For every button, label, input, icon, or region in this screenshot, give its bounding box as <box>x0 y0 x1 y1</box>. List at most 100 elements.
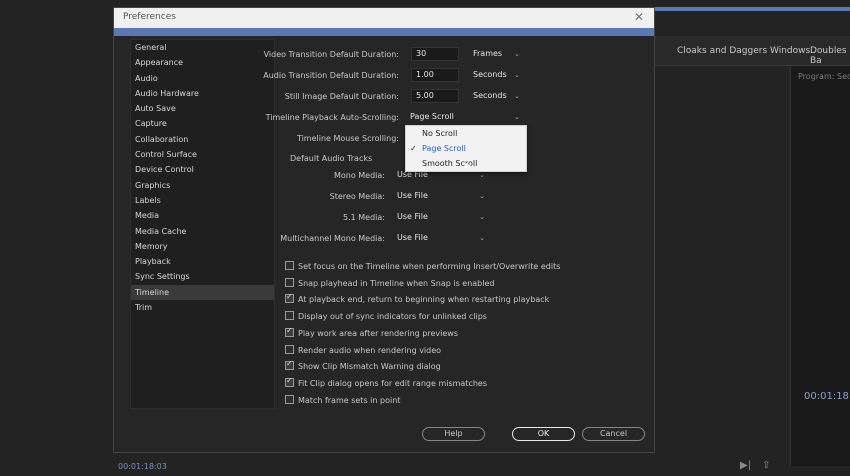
mouse-scroll-label: Timeline Mouse Scrolling: <box>296 134 399 143</box>
checkbox[interactable] <box>285 277 294 287</box>
checkbox-label: Match frame sets in point <box>298 395 401 405</box>
video-transition-label: Video Transition Default Duration: <box>263 50 399 59</box>
still-image-input[interactable]: 5.00 <box>411 89 459 103</box>
checkbox[interactable] <box>285 376 294 387</box>
sidebar-item-audio-hardware[interactable]: Audio Hardware <box>131 86 274 101</box>
stereo-media-label: Stereo Media: <box>329 192 385 201</box>
sidebar-item-labels[interactable]: Labels <box>131 193 274 208</box>
audio-transition-input[interactable]: 1.00 <box>411 68 459 82</box>
auto-scroll-label: Timeline Playback Auto-Scrolling: <box>265 113 399 122</box>
checkbox-row[interactable]: Play work area after rendering previews <box>285 326 458 340</box>
sidebar-item-capture[interactable]: Capture <box>131 116 274 131</box>
sidebar-item-collaboration[interactable]: Collaboration <box>131 132 274 147</box>
export-frame-icon[interactable]: ⇪ <box>762 460 770 471</box>
sidebar-item-sync-settings[interactable]: Sync Settings <box>131 269 274 284</box>
checkbox[interactable] <box>285 311 294 321</box>
still-image-unit: Seconds <box>473 91 507 100</box>
checkbox-row[interactable]: Render audio when rendering video <box>285 344 442 357</box>
checkbox-row[interactable]: Set focus on the Timeline when performin… <box>285 261 560 273</box>
sidebar-item-device-control[interactable]: Device Control <box>131 162 274 177</box>
audio-transition-label: Audio Transition Default Duration: <box>263 71 399 80</box>
checkmark-icon: ✓ <box>410 144 417 153</box>
sidebar-item-memory[interactable]: Memory <box>131 239 274 254</box>
dropdown-option-no-scroll[interactable]: No Scroll <box>406 126 526 141</box>
checkbox[interactable] <box>285 394 294 404</box>
chevron-down-icon: ⌄ <box>514 50 520 58</box>
checkbox-row[interactable]: Display out of sync indicators for unlin… <box>285 311 487 323</box>
program-monitor-panel <box>790 66 850 466</box>
sidebar-item-general[interactable]: General <box>131 40 274 55</box>
checkbox-row[interactable]: Show Clip Mismatch Warning dialog <box>285 359 441 373</box>
checkbox-row[interactable]: Snap playhead in Timeline when Snap is e… <box>285 277 495 290</box>
source-timecode: 00:01:18:03 <box>118 462 167 471</box>
five-one-media-value: Use File <box>397 212 428 221</box>
five-one-media-label: 5.1 Media: <box>343 213 385 222</box>
checkbox-label: At playback end, return to beginning whe… <box>298 295 550 305</box>
sidebar-item-audio[interactable]: Audio <box>131 71 274 86</box>
multichannel-media-select[interactable]: Use File ⌄ <box>393 231 489 245</box>
mouse-pointer-icon: ➤ <box>462 159 472 172</box>
checkbox-label: Snap playhead in Timeline when Snap is e… <box>298 278 495 288</box>
checkbox-label: Show Clip Mismatch Warning dialog <box>298 362 441 372</box>
video-transition-input[interactable]: 30 <box>411 47 459 61</box>
chevron-down-icon: ⌄ <box>479 234 485 242</box>
preferences-dialog: Preferences ✕ General Appearance Audio Audi… <box>113 7 655 453</box>
sidebar-item-trim[interactable]: Trim <box>131 300 274 315</box>
checkbox-row[interactable]: Match frame sets in point <box>285 394 401 407</box>
chevron-down-icon: ⌄ <box>514 113 520 121</box>
still-image-unit-select[interactable]: Seconds ⌄ <box>469 89 524 103</box>
cancel-button[interactable]: Cancel <box>582 427 645 441</box>
dropdown-option-label: Page Scroll <box>422 144 466 153</box>
auto-scroll-value: Page Scroll <box>410 112 454 121</box>
chevron-down-icon: ⌄ <box>514 92 520 100</box>
still-image-label: Still Image Default Duration: <box>284 92 399 101</box>
audio-transition-unit: Seconds <box>473 70 507 79</box>
dropdown-option-page-scroll[interactable]: ✓ Page Scroll <box>406 141 526 156</box>
close-icon[interactable]: ✕ <box>634 10 644 24</box>
checkbox[interactable] <box>285 326 294 337</box>
sidebar-item-graphics[interactable]: Graphics <box>131 178 274 193</box>
sidebar-item-media-cache[interactable]: Media Cache <box>131 224 274 239</box>
checkbox-row[interactable]: At playback end, return to beginning whe… <box>285 292 550 306</box>
header-accent-bar <box>655 7 850 11</box>
chevron-down-icon: ⌄ <box>479 192 485 200</box>
chevron-down-icon: ⌄ <box>514 71 520 79</box>
sidebar-item-auto-save[interactable]: Auto Save <box>131 101 274 116</box>
chevron-down-icon: ⌄ <box>479 213 485 221</box>
audio-transition-unit-select[interactable]: Seconds ⌄ <box>469 68 524 82</box>
stereo-media-select[interactable]: Use File ⌄ <box>393 189 489 203</box>
video-transition-unit-select[interactable]: Frames ⌄ <box>469 47 524 61</box>
five-one-media-select[interactable]: Use File ⌄ <box>393 210 489 224</box>
dialog-titlebar: Preferences ✕ <box>114 8 654 28</box>
sidebar-item-playback[interactable]: Playback <box>131 254 274 269</box>
sidebar-item-appearance[interactable]: Appearance <box>131 55 274 70</box>
tab-doubles[interactable]: Doubles Ba <box>810 46 850 66</box>
ok-button[interactable]: OK <box>512 427 575 441</box>
checkbox-row[interactable]: Fit Clip dialog opens for edit range mis… <box>285 376 488 390</box>
checkbox[interactable] <box>285 261 294 270</box>
checkbox-label: Display out of sync indicators for unlin… <box>298 312 487 322</box>
help-button[interactable]: Help <box>422 427 485 441</box>
checkbox-label: Set focus on the Timeline when performin… <box>298 262 561 271</box>
mono-media-label: Mono Media: <box>333 171 385 180</box>
checkbox[interactable] <box>285 344 294 354</box>
checkbox[interactable] <box>285 292 294 304</box>
video-transition-unit: Frames <box>473 49 503 58</box>
program-monitor-label: Program: Seque <box>798 72 850 81</box>
auto-scroll-select[interactable]: Page Scroll ⌄ <box>406 110 524 124</box>
tab-cloaks-and-daggers[interactable]: Cloaks and Daggers Windows <box>677 46 810 56</box>
preferences-sidebar: General Appearance Audio Audio Hardware Auto… <box>130 39 275 409</box>
sidebar-item-media[interactable]: Media <box>131 208 274 223</box>
sidebar-item-control-surface[interactable]: Control Surface <box>131 147 274 162</box>
sidebar-item-timeline[interactable]: Timeline <box>131 284 274 301</box>
step-forward-icon[interactable]: ▶| <box>740 460 751 471</box>
checkbox[interactable] <box>285 359 294 371</box>
dialog-accent-strip <box>114 28 654 36</box>
checkbox-label: Render audio when rendering video <box>298 345 442 355</box>
checkbox-label: Fit Clip dialog opens for edit range mis… <box>298 378 488 388</box>
dialog-title: Preferences <box>123 12 176 22</box>
program-timecode: 00:01:18: <box>804 391 850 402</box>
dropdown-option-label: No Scroll <box>422 129 458 138</box>
multichannel-media-value: Use File <box>397 233 428 242</box>
stereo-media-value: Use File <box>397 191 428 200</box>
